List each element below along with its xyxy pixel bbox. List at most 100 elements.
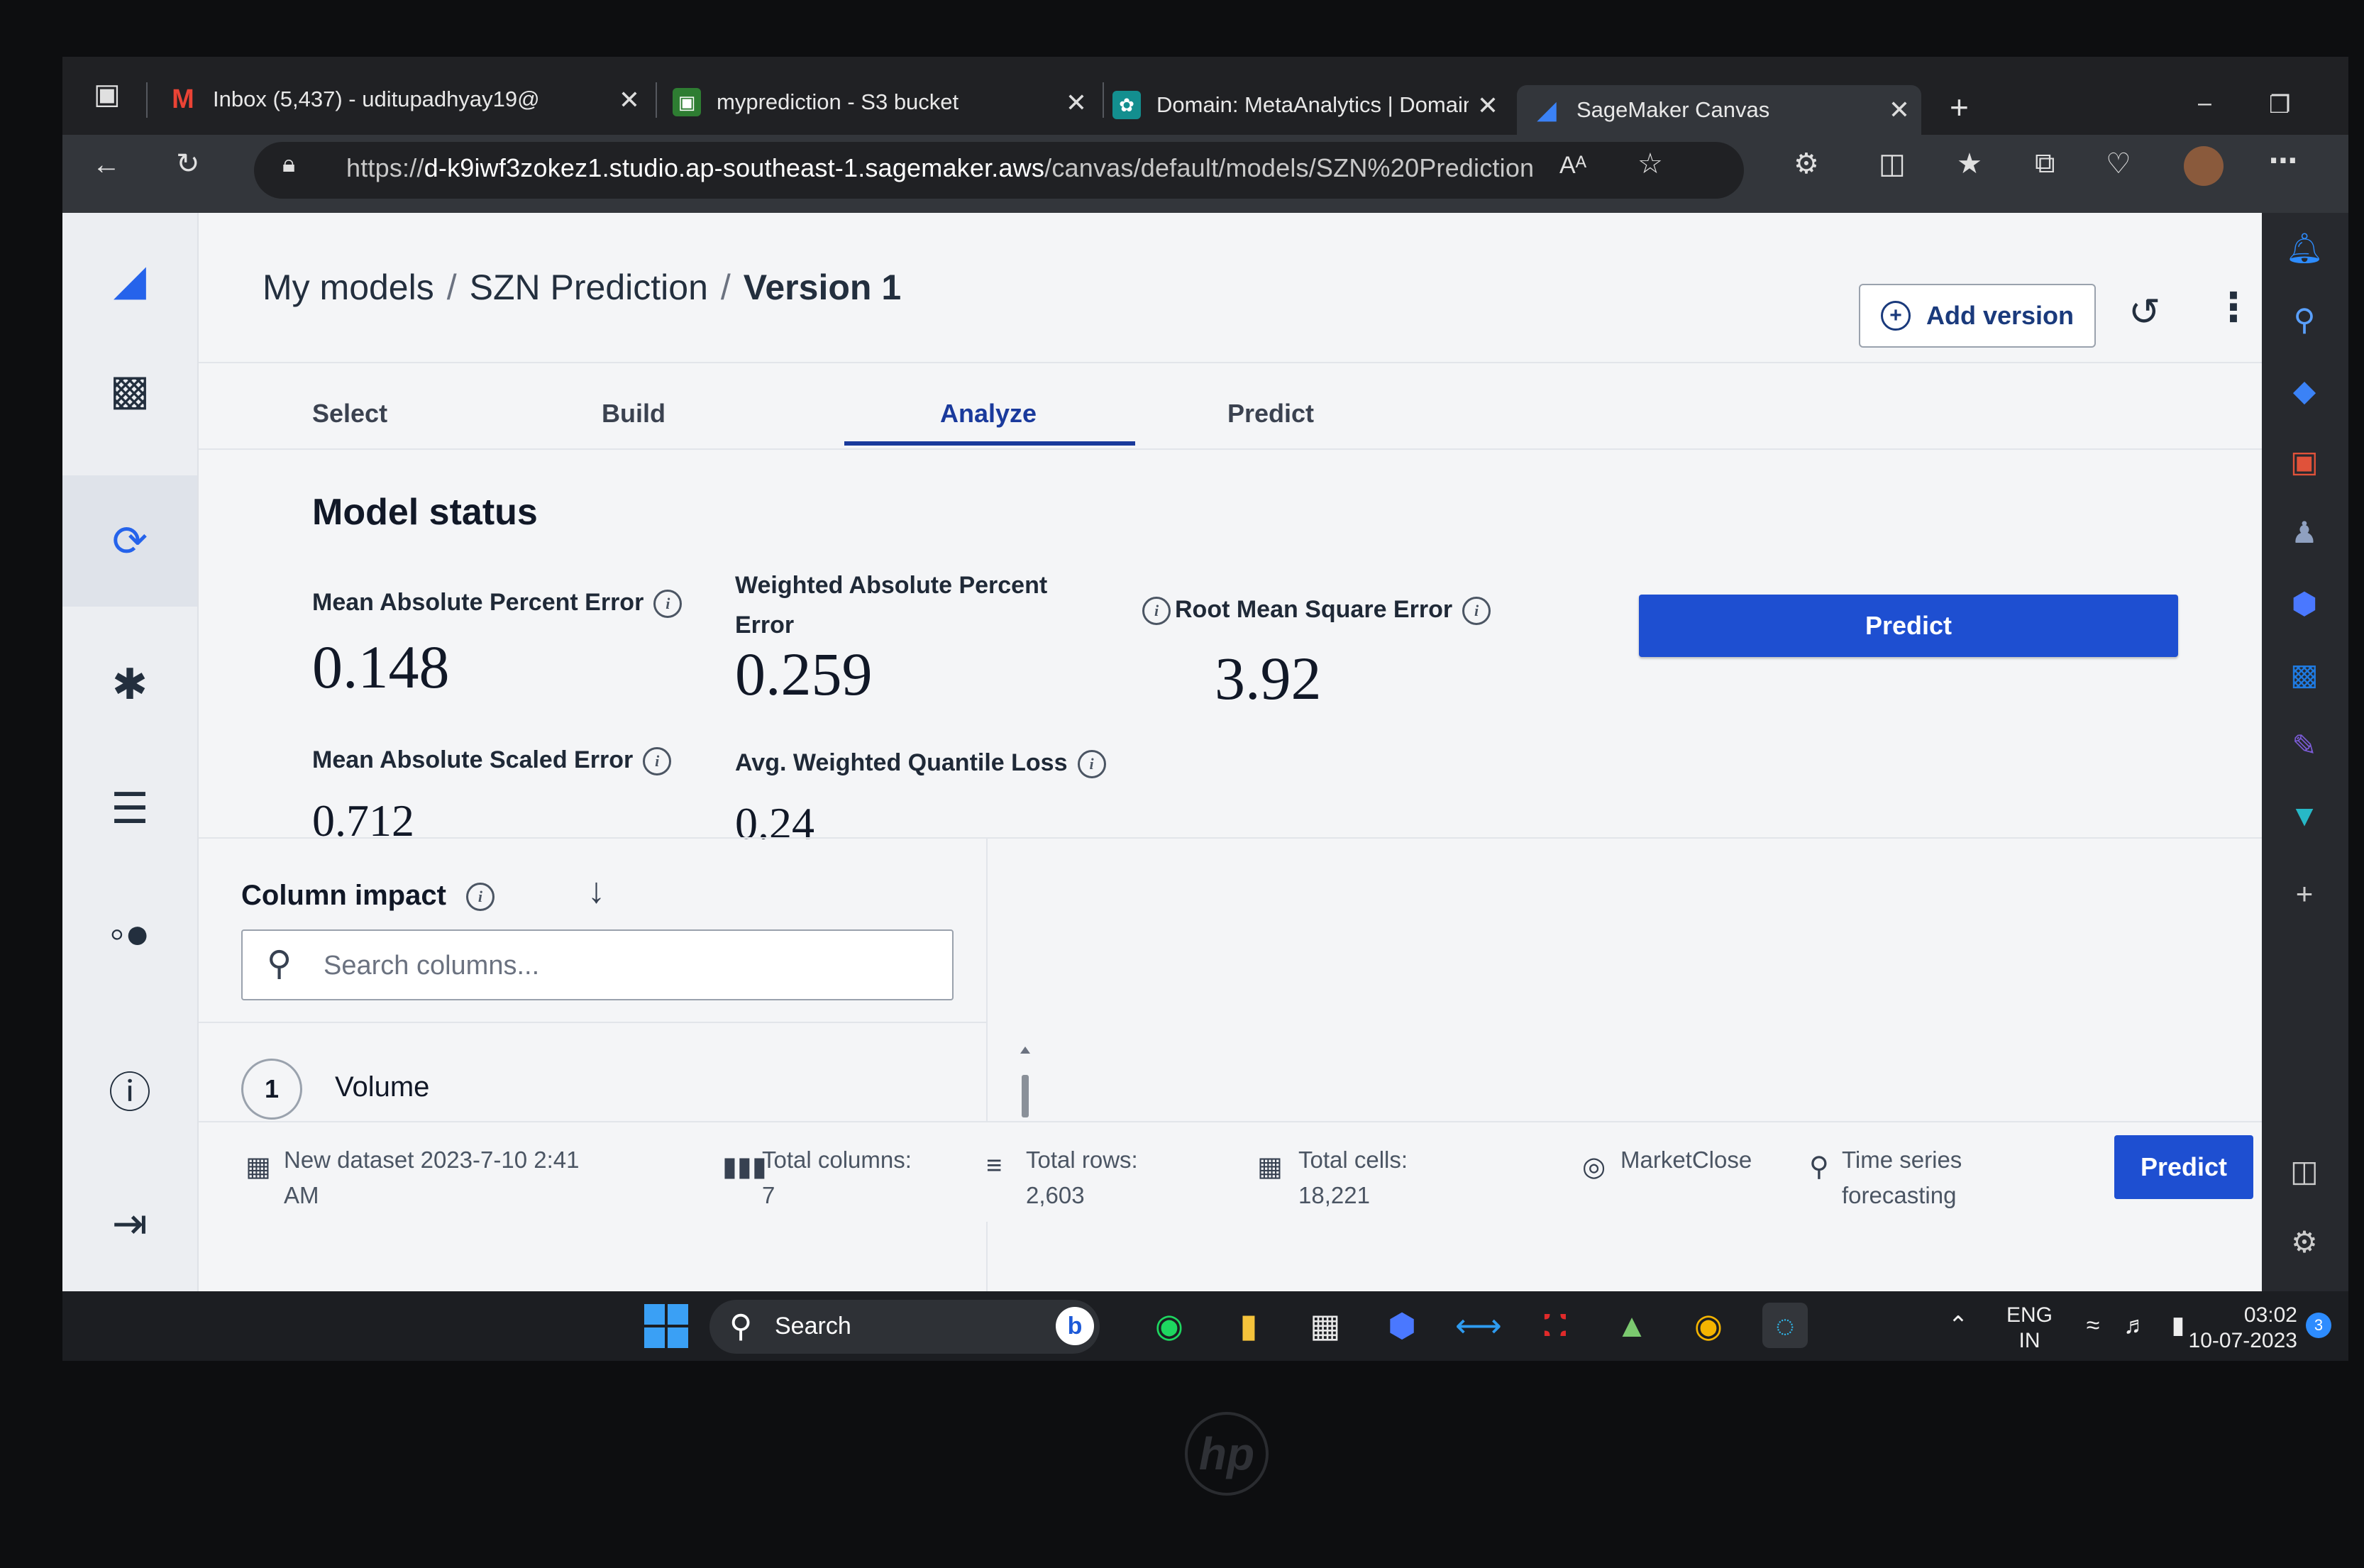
wifi-icon[interactable]: ≈ (2070, 1303, 2116, 1348)
bing-icon[interactable]: b (1056, 1307, 1094, 1345)
list-scrollbar[interactable] (1020, 1047, 1030, 1117)
edge-icon[interactable]: ◌ (1762, 1303, 1808, 1348)
help-icon[interactable]: ⓘ (91, 1050, 169, 1128)
mcafee-icon[interactable]: ⛚ (1532, 1303, 1578, 1348)
browser-tab-canvas[interactable]: ◢ SageMaker Canvas ✕ (1517, 85, 1921, 135)
language-indicator[interactable]: ENG IN (2006, 1303, 2053, 1354)
collections-icon[interactable]: ⧉ (2035, 148, 2055, 180)
close-icon[interactable]: ✕ (1066, 88, 1087, 118)
close-icon[interactable]: ✕ (1889, 95, 1910, 125)
settings-icon[interactable]: ⚙ (2283, 1220, 2326, 1263)
search-placeholder: Search columns... (324, 951, 540, 981)
clock[interactable]: 03:02 10-07-2023 (2184, 1303, 2297, 1354)
search-icon: ⚲ (267, 945, 292, 983)
ready-to-use-models-icon[interactable]: ▩ (91, 351, 169, 429)
info-icon[interactable]: i (643, 747, 672, 776)
browser-tab-domain[interactable]: ✿ Domain: MetaAnalytics | Domain ✕ (1112, 72, 1510, 138)
drop-icon[interactable]: ▼ (2283, 795, 2326, 837)
rows-icon: ≡ (986, 1151, 1003, 1181)
add-icon[interactable]: + (2283, 873, 2326, 915)
plus-icon: + (1880, 301, 1911, 331)
total-cells: Total cells: 18,221 (1298, 1147, 1408, 1208)
sort-down-icon[interactable]: ↓ (587, 870, 605, 911)
info-icon[interactable]: i (1077, 750, 1106, 779)
spotify-icon[interactable]: ◉ (1147, 1303, 1192, 1348)
start-icon[interactable] (644, 1304, 688, 1348)
close-icon[interactable]: ✕ (1477, 91, 1498, 121)
add-version-button[interactable]: + Add version (1859, 284, 2096, 348)
tab-analyze[interactable]: Analyze (940, 399, 1037, 429)
vscode-icon[interactable]: ⟷ (1455, 1303, 1502, 1348)
back-icon[interactable]: ← (92, 149, 121, 181)
read-aloud-icon[interactable]: Aᴬ (1559, 152, 1586, 180)
copilot-icon[interactable]: ⬢ (2283, 582, 2326, 624)
info-icon[interactable]: i (653, 590, 683, 619)
profile-avatar[interactable] (2184, 146, 2224, 186)
toggle-icon[interactable]: ◦● (91, 894, 169, 972)
tab-select[interactable]: Select (312, 399, 387, 429)
info-icon[interactable]: i (1142, 597, 1171, 626)
windows-taskbar: ⚲ Search b ◉ ▮ ▦ ⬢ ⟷ ⛚ ▲ ◉ ◌ ⌃ ENG IN ≈ ♬… (62, 1291, 2348, 1361)
canvas-logo-icon[interactable]: ◢ (91, 241, 169, 319)
sidebar-toggle-icon[interactable]: ◫ (2283, 1149, 2326, 1192)
more-options-icon[interactable]: ⋮ (2214, 284, 2253, 331)
tab-actions-icon[interactable]: ▣ (94, 78, 121, 111)
bell-icon[interactable]: 🔔︎ (2283, 227, 2326, 270)
new-tab-button[interactable]: + (1950, 88, 1969, 126)
chrome-icon[interactable]: ◉ (1686, 1303, 1731, 1348)
predict-button[interactable]: Predict (1639, 595, 2178, 657)
tab-label: Domain: MetaAnalytics | Domain (1156, 92, 1469, 117)
more-menu-icon[interactable]: ⋯ (2269, 145, 2297, 177)
browser-essentials-icon[interactable]: ♡ (2106, 148, 2131, 180)
ml-ops-icon[interactable]: ✱ (91, 646, 169, 724)
logout-icon[interactable]: ⇥ (91, 1185, 169, 1263)
predict-button-footer[interactable]: Predict (2114, 1135, 2253, 1199)
split-screen-icon[interactable]: ◫ (1879, 148, 1906, 180)
rmse-label: i Root Mean Square Error i (1142, 596, 1491, 626)
chevron-up-icon[interactable]: ⌃ (1935, 1303, 1981, 1348)
refresh-icon[interactable]: ↻ (176, 148, 200, 180)
shopping-tag-icon[interactable]: ◆ (2283, 369, 2326, 412)
notification-badge[interactable]: 3 (2306, 1313, 2331, 1338)
android-studio-icon[interactable]: ▲ (1609, 1303, 1655, 1348)
info-icon[interactable]: i (1462, 597, 1491, 626)
store-icon[interactable]: ▦ (1303, 1303, 1348, 1348)
url-text[interactable]: https://d-k9iwf3zokez1.studio.ap-southea… (346, 153, 1534, 183)
minimize-icon[interactable]: – (2198, 89, 2211, 117)
tab-predict[interactable]: Predict (1227, 399, 1314, 429)
games-icon[interactable]: ♟ (2283, 511, 2326, 553)
outlook-icon[interactable]: ▩ (2283, 653, 2326, 695)
breadcrumb-my-models[interactable]: My models (263, 267, 434, 307)
close-icon[interactable]: ✕ (619, 85, 640, 115)
browser-tab-bar: ▣ M Inbox (5,437) - uditupadhyay19@ ✕ ▣ … (62, 57, 2348, 135)
restore-icon[interactable]: ❐ (2269, 91, 2290, 119)
breadcrumb-model[interactable]: SZN Prediction (470, 267, 708, 307)
datasets-icon[interactable]: ☰ (91, 770, 169, 848)
volume-icon[interactable]: ♬ (2113, 1303, 2158, 1348)
browser-tab-gmail[interactable]: M Inbox (5,437) - uditupadhyay19@ ✕ (169, 67, 651, 132)
lock-icon[interactable]: 🔒︎ (282, 150, 295, 178)
copilot-icon[interactable]: ⬢ (1379, 1303, 1425, 1348)
wape-label-line2: Error (735, 612, 795, 639)
dataset-name[interactable]: New dataset 2023-7-10 2:41 AM (284, 1142, 579, 1213)
browser-tab-s3[interactable]: ▣ myprediction - S3 bucket ✕ (673, 70, 1098, 135)
file-explorer-icon[interactable]: ▮ (1226, 1303, 1271, 1348)
tools-icon[interactable]: ▣ (2283, 440, 2326, 482)
column-name[interactable]: Volume (335, 1071, 429, 1103)
favorite-star-icon[interactable]: ☆ (1637, 148, 1663, 180)
tab-build[interactable]: Build (602, 399, 665, 429)
browser-toolbar: ← ↻ 🔒︎ https://d-k9iwf3zokez1.studio.ap-… (62, 135, 2348, 213)
breadcrumb: My models / SZN Prediction / Version 1 (263, 267, 902, 307)
designer-icon[interactable]: ✎ (2283, 724, 2326, 766)
search-icon[interactable]: ⚲ (2283, 298, 2326, 341)
mape-value: 0.148 (312, 633, 450, 701)
model-status-title: Model status (312, 492, 538, 533)
taskbar-search[interactable] (709, 1300, 1100, 1354)
favorites-icon[interactable]: ★ (1957, 148, 1982, 180)
info-icon[interactable]: i (465, 883, 495, 912)
extensions-icon[interactable]: ⚙ (1794, 148, 1819, 180)
sagemaker-canvas-app: ◢ ▩ ⟳ ✱ ☰ ◦● ⓘ ⇥ My models / SZN Predictio… (62, 213, 2290, 1361)
my-models-icon[interactable]: ⟳ (62, 475, 197, 607)
model-type: Time series forecasting (1842, 1147, 1962, 1208)
history-icon[interactable]: ↺ (2128, 289, 2160, 334)
